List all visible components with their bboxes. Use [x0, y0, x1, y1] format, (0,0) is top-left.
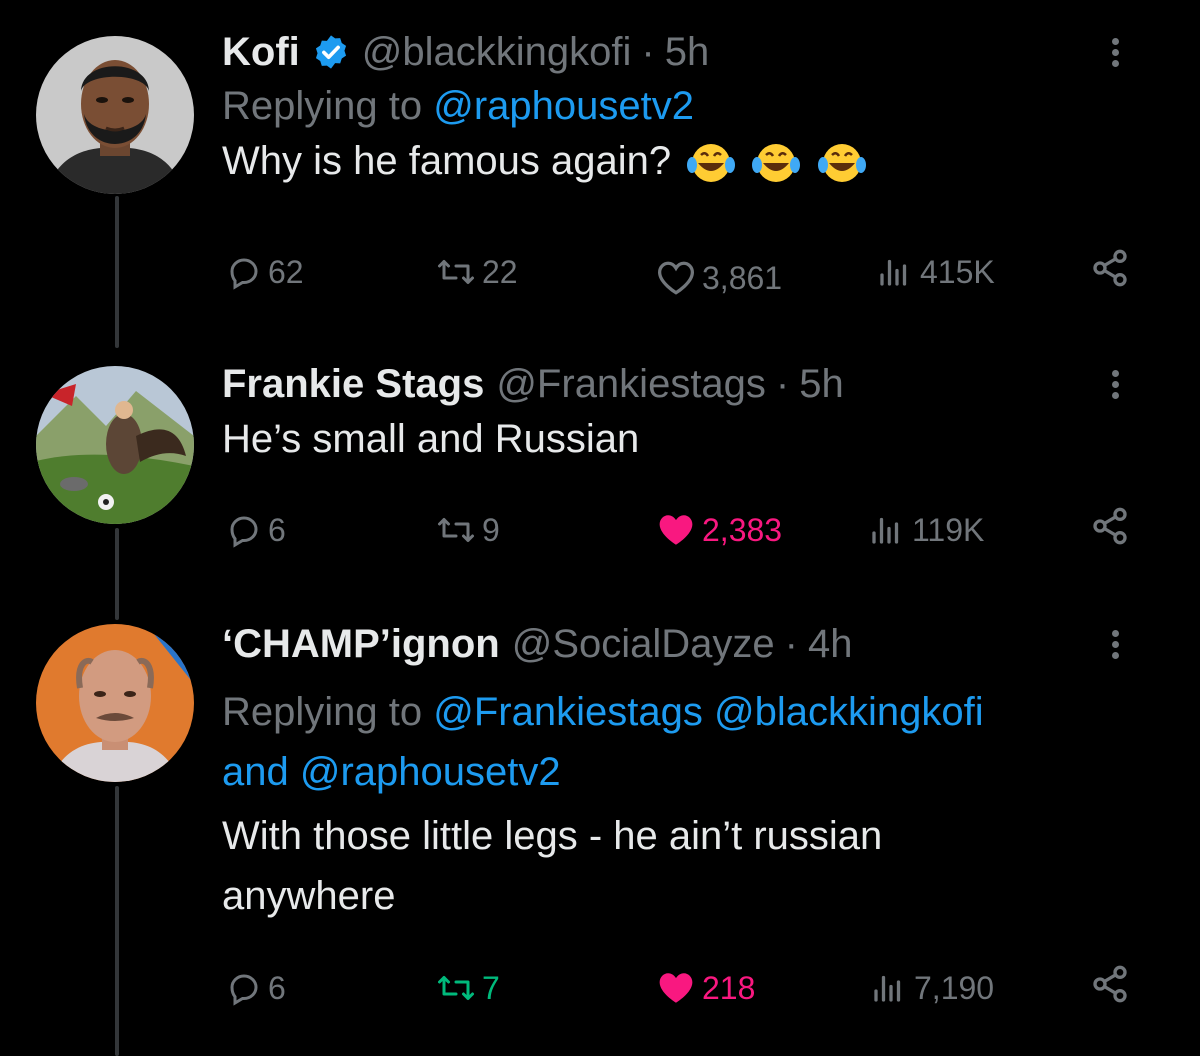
like-icon: [657, 261, 695, 295]
display-name[interactable]: Kofi: [222, 28, 300, 76]
views-icon: [874, 975, 901, 1002]
views-icon: [872, 517, 899, 544]
separator-dot: ·: [641, 30, 655, 74]
replying-to-label: Replying to: [222, 84, 423, 128]
handle[interactable]: @Frankiestags: [496, 360, 766, 408]
reply-button[interactable]: 62: [226, 248, 304, 296]
timestamp[interactable]: 5h: [665, 28, 710, 76]
verified-icon: [312, 33, 350, 71]
share-icon: [1093, 965, 1127, 1003]
reply-button[interactable]: 6: [226, 964, 286, 1012]
replying-to: Replying to @Frankiestags @blackkingkofi…: [222, 682, 1130, 802]
like-count: 2,383: [702, 511, 783, 548]
share-icon: [1093, 249, 1127, 287]
display-name[interactable]: ‘CHAMP’ignon: [222, 620, 500, 668]
like-icon: [659, 515, 693, 545]
reply-count: 6: [268, 511, 286, 548]
replying-to: Replying to @raphousetv2: [222, 82, 1130, 130]
views-count: 119K: [912, 511, 985, 548]
like-button[interactable]: 218: [656, 964, 755, 1012]
like-button[interactable]: 3,861: [656, 254, 782, 302]
tweet-header: Kofi @blackkingkofi · 5h: [222, 28, 1130, 76]
replying-to-label: Replying to: [222, 690, 423, 734]
more-icon[interactable]: [1100, 34, 1130, 74]
timestamp[interactable]: 4h: [808, 620, 853, 668]
tweet-text-content: Why is he famous again?: [222, 139, 672, 183]
views-icon: [880, 259, 907, 286]
views-count: 7,190: [914, 969, 995, 1006]
timestamp[interactable]: 5h: [799, 360, 844, 408]
mention-link[interactable]: @raphousetv2: [300, 750, 561, 794]
separator-dot: ·: [784, 622, 798, 666]
like-button[interactable]: 2,383: [656, 506, 782, 554]
action-bar: 62 22 3,861 415K: [226, 248, 1130, 296]
retweet-button[interactable]: 9: [436, 506, 500, 554]
avatar[interactable]: [36, 624, 194, 782]
retweet-count: 7: [482, 969, 500, 1006]
tweet-text: He’s small and Russian: [222, 417, 640, 461]
tweet-text-line: anywhere: [222, 874, 396, 918]
more-icon[interactable]: [1100, 366, 1130, 406]
mention-link[interactable]: @raphousetv2: [433, 84, 694, 128]
avatar[interactable]: [36, 366, 194, 524]
tweet-header: Frankie Stags @Frankiestags · 5h: [222, 360, 1130, 408]
retweet-button[interactable]: 22: [436, 248, 518, 296]
views-button[interactable]: 119K: [866, 506, 984, 554]
action-bar: 6 9 2,383 119K: [226, 506, 1130, 554]
like-count: 218: [702, 969, 756, 1006]
views-button[interactable]: 7,190: [868, 964, 994, 1012]
separator-dot: ·: [775, 362, 790, 406]
retweet-icon: [438, 260, 474, 284]
like-icon: [659, 973, 693, 1003]
retweet-count: 22: [482, 253, 518, 290]
display-name[interactable]: Frankie Stags: [222, 360, 484, 408]
thread-line: [115, 528, 119, 620]
reply-count: 62: [268, 253, 304, 290]
retweet-icon: [438, 518, 474, 542]
reply-icon: [230, 974, 258, 1006]
views-count: 415K: [920, 253, 995, 290]
tweet-text-line: With those little legs - he ain’t russia…: [222, 814, 883, 858]
thread-line: [115, 196, 119, 348]
mention-and: and: [222, 750, 289, 794]
reply-count: 6: [268, 969, 286, 1006]
more-icon[interactable]: [1100, 626, 1130, 666]
handle[interactable]: @SocialDayze: [512, 620, 775, 668]
mention-link[interactable]: @Frankiestags: [433, 690, 703, 734]
tweet-text: With those little legs - he ain’t russia…: [222, 806, 1130, 926]
reply-icon: [230, 516, 258, 548]
mention-link[interactable]: @blackkingkofi: [714, 690, 984, 734]
handle[interactable]: @blackkingkofi: [362, 28, 632, 76]
laughing-emoji-icon: [747, 139, 812, 183]
action-bar: 6 7 218 7,190: [226, 964, 1130, 1012]
share-icon: [1093, 507, 1127, 545]
retweet-icon: [438, 976, 474, 1000]
retweet-count: 9: [482, 511, 500, 548]
views-button[interactable]: 415K: [874, 248, 995, 296]
avatar[interactable]: [36, 36, 194, 194]
like-count: 3,861: [702, 259, 783, 296]
share-button[interactable]: [1090, 964, 1130, 1009]
reply-icon: [230, 258, 258, 290]
share-button[interactable]: [1090, 506, 1130, 551]
laughing-emoji-icon: [682, 139, 747, 183]
share-button[interactable]: [1090, 248, 1130, 293]
thread-line: [115, 786, 119, 1056]
reply-button[interactable]: 6: [226, 506, 286, 554]
retweet-button[interactable]: 7: [436, 964, 500, 1012]
tweet-text: Why is he famous again?: [222, 134, 1130, 188]
tweet-header: ‘CHAMP’ignon @SocialDayze · 4h: [222, 620, 1130, 668]
laughing-emoji-icon: [813, 139, 867, 183]
